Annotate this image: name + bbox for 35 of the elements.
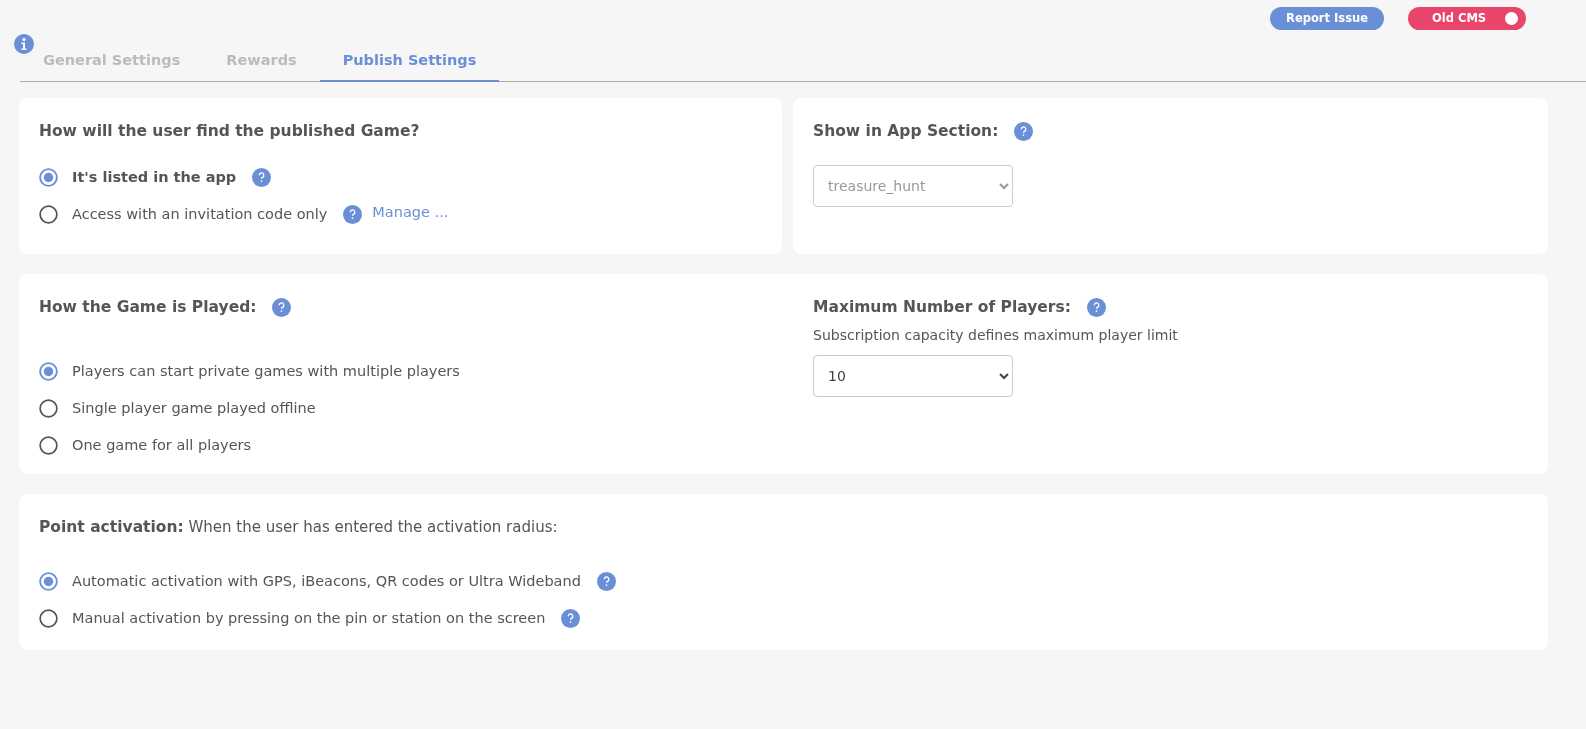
helper-text: Subscription capacity defines maximum player limit — [813, 326, 1178, 345]
help-icon[interactable] — [1086, 297, 1106, 317]
option-label: It's listed in the app — [72, 167, 237, 187]
help-icon[interactable] — [1014, 121, 1034, 141]
tab[interactable]: Publish Settings — [319, 44, 500, 82]
help-icon[interactable] — [252, 168, 272, 187]
tab[interactable]: General Settings — [20, 44, 204, 82]
radio-button[interactable] — [39, 205, 58, 224]
section-title: Show in App Section: — [813, 120, 999, 142]
option-label: Automatic activation with GPS, iBeacons, QR codes or Ultra Wideband — [72, 571, 581, 591]
radio-button[interactable] — [39, 572, 58, 591]
radio-button[interactable] — [39, 399, 58, 418]
manage-link[interactable]: Manage ... — [372, 201, 449, 224]
report-issue-button[interactable]: Report Issue — [1270, 7, 1384, 30]
help-icon[interactable] — [343, 205, 363, 224]
option-label: Access with an invitation code only — [72, 204, 328, 224]
radio-button[interactable] — [39, 168, 58, 187]
select-field[interactable]: 10 — [813, 355, 1013, 397]
radio-button[interactable] — [39, 609, 58, 628]
radio-button[interactable] — [39, 436, 58, 455]
section-title: How will the user find the published Game? — [39, 120, 420, 142]
section-title: How the Game is Played: — [39, 296, 257, 318]
help-icon[interactable] — [596, 572, 616, 591]
option-label: Single player game played offline — [72, 398, 316, 418]
option-label: One game for all players — [72, 435, 252, 455]
option-label: Manual activation by pressing on the pin or station on the screen — [72, 608, 546, 628]
old-cms-toggle[interactable]: Old CMS — [1408, 7, 1526, 30]
section-title: Point activation: When the user has entered the activation radius: — [39, 516, 558, 538]
radio-button[interactable] — [39, 362, 58, 381]
option-label: Players can start private games with multiple players — [72, 361, 460, 381]
section-title: Maximum Number of Players: — [813, 296, 1071, 318]
help-icon[interactable] — [272, 297, 292, 317]
tab[interactable]: Rewards — [203, 44, 320, 82]
help-icon[interactable] — [561, 609, 581, 628]
info-icon[interactable] — [14, 34, 34, 54]
